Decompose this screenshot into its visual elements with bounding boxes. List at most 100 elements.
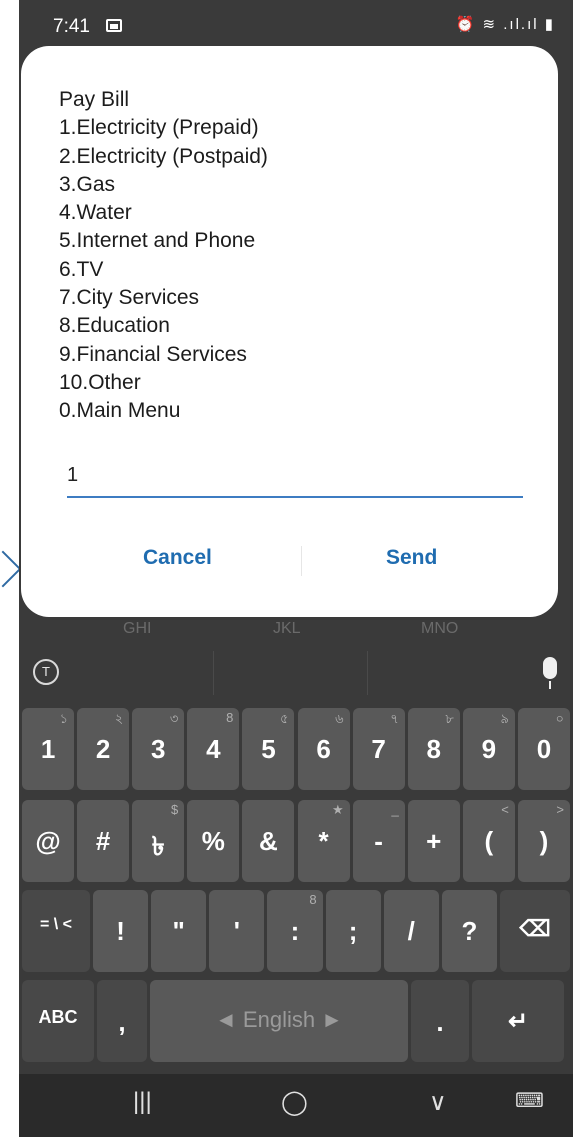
key-label: ': [233, 916, 240, 946]
key-label: 5: [261, 734, 276, 764]
reply-input[interactable]: 1: [67, 454, 523, 498]
key-2-row1[interactable]: 2২: [77, 708, 130, 790]
key-secondary-label: _: [391, 802, 399, 817]
key-label: ?: [461, 916, 478, 946]
key-3-row1[interactable]: 3৩: [132, 708, 185, 790]
key-1-row2[interactable]: @: [22, 800, 75, 882]
cancel-button[interactable]: Cancel: [143, 546, 212, 570]
key-8-row1[interactable]: 8৮: [407, 708, 460, 790]
status-time: 7:41: [53, 16, 90, 37]
key-label: 9: [481, 734, 497, 764]
toolbar-divider: [367, 651, 368, 695]
reply-input-value: 1: [67, 464, 79, 486]
key-secondary-label: ৫: [280, 711, 289, 726]
key-5-row1[interactable]: 5৫: [242, 708, 295, 790]
menu-option: 4.Water: [59, 201, 132, 225]
menu-option: 2.Electricity (Postpaid): [59, 144, 268, 168]
key-label: 1: [40, 734, 56, 764]
key-label: *: [318, 826, 329, 856]
key-6-row1[interactable]: 6৬: [297, 708, 350, 790]
key-label: ABC: [38, 1007, 78, 1027]
keyboard: 1 ১ 2 ২ 3 ৩ 4 8 5 ৫ 6 ৬ 7 ৭ 8 ৮ 9 ৯ 0 ০ @ # ৳ $% & * ★ - _ +(<) > = \ <…: [19, 708, 573, 1074]
key-row3-7[interactable]: /: [383, 890, 439, 972]
key-label: ৳: [151, 831, 165, 861]
recents-icon[interactable]: |||: [133, 1088, 152, 1116]
key-7-row2[interactable]: - _: [352, 800, 405, 882]
key-row3-1[interactable]: = \ <: [22, 890, 90, 972]
toolbar-divider: [213, 651, 214, 695]
home-icon[interactable]: ◯: [281, 1088, 308, 1117]
key-label: .: [436, 1007, 444, 1037]
status-bar: 7:41 ⏰ ≋ .ıl.ıl ▮: [19, 0, 573, 46]
key-label: 8: [426, 734, 441, 764]
key-label: ↵: [507, 1008, 529, 1035]
key-label: ): [539, 826, 549, 856]
menu-option: 8.Education: [59, 314, 170, 338]
key-1-row1[interactable]: 1১: [22, 708, 75, 790]
menu-option: 5.Internet and Phone: [59, 229, 256, 253]
key-9-row1[interactable]: 9৯: [462, 708, 515, 790]
comma-key[interactable]: ,: [97, 980, 147, 1062]
key-label: 2: [95, 734, 111, 764]
key-label: @: [35, 826, 61, 856]
key-row3-2[interactable]: !: [93, 890, 149, 972]
space-key[interactable]: ◄ English ►: [150, 980, 408, 1062]
key-4-row1[interactable]: 48: [187, 708, 240, 790]
key-row3-5[interactable]: :8: [267, 890, 323, 972]
enter-key[interactable]: ↵: [472, 980, 564, 1062]
period-key[interactable]: .: [411, 980, 469, 1062]
key-secondary-label: ৬: [335, 711, 344, 726]
t9-label-jkl: JKL: [273, 620, 301, 637]
key-secondary-label: ২: [114, 711, 124, 726]
key-secondary-label: ০: [555, 711, 564, 726]
key-label: 0: [536, 734, 552, 764]
key-label: +: [426, 826, 442, 856]
key-label: %: [201, 826, 225, 856]
menu-option: 9.Financial Services: [59, 342, 247, 366]
key-4-row2[interactable]: %: [187, 800, 240, 882]
key-label: ;: [348, 916, 358, 946]
key-5-row2[interactable]: &: [242, 800, 295, 882]
button-divider: [301, 546, 302, 576]
key-2-row2[interactable]: #: [77, 800, 130, 882]
menu-option: 1.Electricity (Prepaid): [59, 116, 259, 140]
key-3-row2[interactable]: ৳ $: [132, 800, 185, 882]
keyboard-switch-icon[interactable]: ⌨: [515, 1088, 544, 1113]
key-9-row2[interactable]: (<: [462, 800, 515, 882]
key-row3-8[interactable]: ?: [441, 890, 497, 972]
key-10-row1[interactable]: 0০: [517, 708, 570, 790]
key-row3-3[interactable]: ": [151, 890, 207, 972]
key-label: ,: [118, 1007, 126, 1037]
key-label: #: [95, 826, 111, 856]
key-label: 3: [151, 734, 166, 764]
key-secondary-label: 8: [309, 892, 317, 907]
key-secondary-label: ★: [331, 802, 344, 817]
menu-option: 6.TV: [59, 257, 104, 281]
key-label: 4: [206, 734, 221, 764]
key-label: -: [374, 826, 383, 856]
microphone-icon[interactable]: [543, 657, 557, 689]
key-secondary-label: <: [501, 802, 509, 817]
key-6-row2[interactable]: * ★: [297, 800, 350, 882]
menu-title: Pay Bill: [59, 88, 130, 111]
navigation-bar: ||| ◯ ∨ ⌨: [19, 1074, 573, 1137]
key-row3-4[interactable]: ': [209, 890, 265, 972]
key-label: 6: [316, 734, 331, 764]
phone-screen: 7:41 ⏰ ≋ .ıl.ıl ▮ Pay Bill 1.Electricity…: [19, 0, 573, 1137]
key-secondary-label: >: [556, 802, 564, 817]
key-8-row2[interactable]: +: [407, 800, 460, 882]
translate-icon[interactable]: T: [33, 659, 59, 685]
key-label: ⌫: [519, 916, 551, 941]
send-button[interactable]: Send: [386, 546, 437, 570]
key-secondary-label: ৭: [390, 711, 399, 726]
back-icon[interactable]: ∨: [429, 1088, 447, 1117]
key-label: :: [290, 916, 300, 946]
key-label: &: [259, 826, 278, 856]
key-secondary-label: ৯: [500, 711, 509, 726]
key-10-row2[interactable]: ) >: [517, 800, 570, 882]
key-7-row1[interactable]: 7৭: [352, 708, 405, 790]
key-row3-6[interactable]: ;: [325, 890, 381, 972]
backspace-key[interactable]: ⌫: [500, 890, 570, 972]
abc-key[interactable]: ABC: [22, 980, 94, 1062]
key-label: /: [407, 916, 415, 946]
